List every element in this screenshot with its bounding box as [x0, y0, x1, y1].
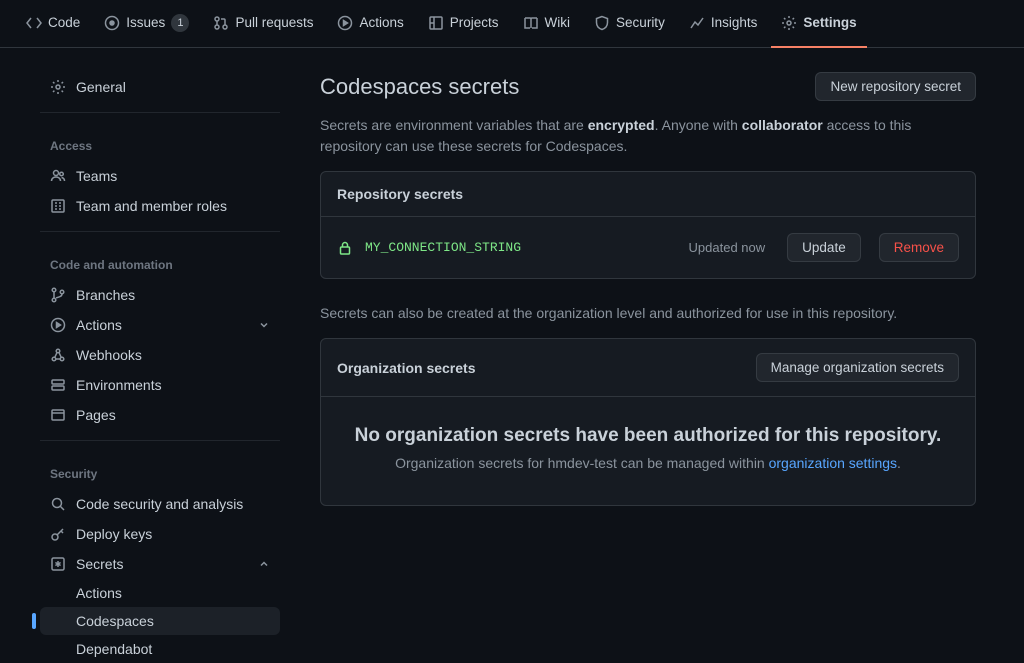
page-header: Codespaces secrets New repository secret — [320, 72, 976, 101]
scan-icon — [50, 496, 66, 512]
repository-secrets-title: Repository secrets — [337, 186, 463, 202]
project-icon — [428, 15, 444, 31]
sidebar-code-security-label: Code security and analysis — [76, 496, 243, 512]
gear-icon — [781, 15, 797, 31]
issues-count: 1 — [171, 14, 189, 32]
nav-actions-label: Actions — [359, 15, 403, 30]
nav-settings-label: Settings — [803, 15, 856, 30]
nav-insights-label: Insights — [711, 15, 758, 30]
repo-nav: Code Issues 1 Pull requests Actions Proje… — [0, 0, 1024, 48]
chevron-down-icon — [258, 319, 270, 331]
org-empty-state: No organization secrets have been author… — [321, 397, 975, 505]
sidebar-webhooks[interactable]: Webhooks — [40, 340, 280, 370]
org-description: Secrets can also be created at the organ… — [320, 303, 976, 324]
nav-actions[interactable]: Actions — [327, 0, 413, 48]
settings-sidebar: General Access Teams Team and member rol… — [0, 48, 296, 663]
nav-pulls-label: Pull requests — [235, 15, 313, 30]
organization-settings-link[interactable]: organization settings — [769, 455, 897, 471]
remove-secret-button[interactable]: Remove — [879, 233, 959, 262]
org-icon — [50, 198, 66, 214]
manage-organization-secrets-button[interactable]: Manage organization secrets — [756, 353, 959, 382]
divider — [40, 231, 280, 232]
nav-projects-label: Projects — [450, 15, 499, 30]
graph-icon — [689, 15, 705, 31]
nav-security[interactable]: Security — [584, 0, 675, 48]
main-content: Codespaces secrets New repository secret… — [296, 48, 1024, 663]
nav-issues-label: Issues — [126, 15, 165, 30]
play-icon — [50, 317, 66, 333]
panel-header: Repository secrets — [321, 172, 975, 217]
nav-pulls[interactable]: Pull requests — [203, 0, 323, 48]
sidebar-secrets-codespaces[interactable]: Codespaces — [40, 607, 280, 635]
sidebar-general-label: General — [76, 79, 126, 95]
sidebar-pages-label: Pages — [76, 407, 116, 423]
asterisk-icon — [50, 556, 66, 572]
sidebar-deploy-keys[interactable]: Deploy keys — [40, 519, 280, 549]
pr-icon — [213, 15, 229, 31]
sidebar-secrets[interactable]: Secrets — [40, 549, 280, 579]
nav-wiki-label: Wiki — [545, 15, 571, 30]
nav-security-label: Security — [616, 15, 665, 30]
sidebar-environments[interactable]: Environments — [40, 370, 280, 400]
nav-projects[interactable]: Projects — [418, 0, 509, 48]
group-access: Access — [40, 123, 280, 161]
nav-code-label: Code — [48, 15, 80, 30]
group-security: Security — [40, 451, 280, 489]
key-icon — [50, 526, 66, 542]
sidebar-secrets-actions[interactable]: Actions — [40, 579, 280, 607]
new-repository-secret-button[interactable]: New repository secret — [815, 72, 976, 101]
webhook-icon — [50, 347, 66, 363]
book-icon — [523, 15, 539, 31]
nav-wiki[interactable]: Wiki — [513, 0, 581, 48]
update-secret-button[interactable]: Update — [787, 233, 861, 262]
nav-code[interactable]: Code — [16, 0, 90, 48]
branch-icon — [50, 287, 66, 303]
chevron-up-icon — [258, 558, 270, 570]
sidebar-code-security[interactable]: Code security and analysis — [40, 489, 280, 519]
divider — [40, 440, 280, 441]
sidebar-team-roles[interactable]: Team and member roles — [40, 191, 280, 221]
nav-insights[interactable]: Insights — [679, 0, 768, 48]
secret-row: MY_CONNECTION_STRING Updated now Update … — [321, 217, 975, 278]
sidebar-general[interactable]: General — [40, 72, 280, 102]
org-empty-title: No organization secrets have been author… — [337, 425, 959, 447]
sidebar-team-roles-label: Team and member roles — [76, 198, 227, 214]
organization-secrets-title: Organization secrets — [337, 360, 476, 376]
shield-icon — [594, 15, 610, 31]
sidebar-secrets-dependabot[interactable]: Dependabot — [40, 635, 280, 663]
group-code: Code and automation — [40, 242, 280, 280]
server-icon — [50, 377, 66, 393]
nav-settings[interactable]: Settings — [771, 0, 866, 48]
sidebar-secrets-label: Secrets — [76, 556, 123, 572]
code-icon — [26, 15, 42, 31]
sidebar-deploy-keys-label: Deploy keys — [76, 526, 152, 542]
organization-secrets-panel: Organization secrets Manage organization… — [320, 338, 976, 506]
sidebar-teams[interactable]: Teams — [40, 161, 280, 191]
sidebar-environments-label: Environments — [76, 377, 162, 393]
page-title: Codespaces secrets — [320, 74, 519, 100]
page-description: Secrets are environment variables that a… — [320, 115, 976, 157]
repository-secrets-panel: Repository secrets MY_CONNECTION_STRING … — [320, 171, 976, 279]
people-icon — [50, 168, 66, 184]
secret-updated: Updated now — [689, 240, 766, 255]
sidebar-pages[interactable]: Pages — [40, 400, 280, 430]
sidebar-actions[interactable]: Actions — [40, 310, 280, 340]
sidebar-webhooks-label: Webhooks — [76, 347, 142, 363]
divider — [40, 112, 280, 113]
play-icon — [337, 15, 353, 31]
sidebar-branches-label: Branches — [76, 287, 135, 303]
secret-name: MY_CONNECTION_STRING — [365, 240, 677, 255]
sidebar-branches[interactable]: Branches — [40, 280, 280, 310]
browser-icon — [50, 407, 66, 423]
panel-header: Organization secrets Manage organization… — [321, 339, 975, 397]
issue-icon — [104, 15, 120, 31]
sidebar-actions-label: Actions — [76, 317, 122, 333]
lock-icon — [337, 240, 353, 256]
org-empty-text: Organization secrets for hmdev-test can … — [337, 455, 959, 471]
sidebar-teams-label: Teams — [76, 168, 117, 184]
nav-issues[interactable]: Issues 1 — [94, 0, 199, 48]
gear-icon — [50, 79, 66, 95]
